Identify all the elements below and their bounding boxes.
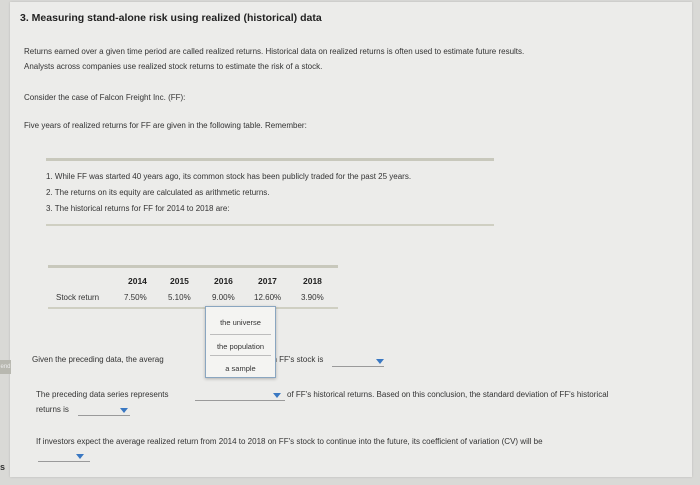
- remember-top-rule: [46, 158, 494, 161]
- q2-prefix: The preceding data series represents: [36, 390, 169, 399]
- remember-item-1: 1. While FF was started 40 years ago, it…: [46, 172, 412, 181]
- intro-line-1: Returns earned over a given time period …: [24, 47, 525, 56]
- q3-answer-blank[interactable]: [38, 461, 90, 462]
- table-year-2015: 2015: [170, 276, 189, 286]
- option-the-population[interactable]: the population: [206, 342, 275, 351]
- option-separator: [210, 355, 271, 356]
- option-a-sample[interactable]: a sample: [206, 364, 275, 373]
- option-separator: [210, 334, 271, 335]
- remember-item-2: 2. The returns on its equity are calcula…: [46, 188, 270, 197]
- intro-line-2: Analysts across companies use realized s…: [24, 62, 323, 71]
- q2-answer-blank[interactable]: [195, 400, 285, 401]
- section-title: 3. Measuring stand-alone risk using real…: [20, 12, 322, 24]
- table-value-2014: 7.50%: [124, 293, 147, 302]
- q1-suffix: on FF's stock is: [268, 355, 324, 364]
- q1-prefix: Given the preceding data, the averag: [32, 355, 164, 364]
- table-value-2017: 12.60%: [254, 293, 282, 302]
- sample-type-dropdown-menu[interactable]: the universe the population a sample: [205, 306, 276, 378]
- remember-bottom-rule: [46, 224, 494, 226]
- q2b-dropdown-caret[interactable]: [120, 408, 128, 413]
- remember-item-3: 3. The historical returns for FF for 201…: [46, 204, 230, 213]
- q1-answer-blank[interactable]: [332, 366, 384, 367]
- q2-suffix: of FF's historical returns. Based on thi…: [287, 390, 609, 399]
- option-the-universe[interactable]: the universe: [206, 318, 275, 327]
- five-years-line: Five years of realized returns for FF ar…: [24, 121, 307, 130]
- q1-dropdown-caret[interactable]: [376, 359, 384, 364]
- q2-dropdown-caret[interactable]: [273, 393, 281, 398]
- case-line: Consider the case of Falcon Freight Inc.…: [24, 93, 186, 102]
- table-bottom-rule: [48, 307, 338, 309]
- table-value-2015: 5.10%: [168, 293, 191, 302]
- table-year-2017: 2017: [258, 276, 277, 286]
- table-year-2014: 2014: [128, 276, 147, 286]
- q3-line: If investors expect the average realized…: [36, 437, 543, 446]
- table-value-2016: 9.00%: [212, 293, 235, 302]
- question-sheet: 3. Measuring stand-alone risk using real…: [10, 2, 692, 477]
- q2b-answer-blank[interactable]: [78, 415, 130, 416]
- q2-line-2: returns is: [36, 405, 69, 414]
- table-row-label: Stock return: [56, 293, 100, 302]
- table-year-2018: 2018: [303, 276, 322, 286]
- table-year-2016: 2016: [214, 276, 233, 286]
- side-tab[interactable]: end: [0, 360, 11, 374]
- side-letter: s: [0, 462, 6, 472]
- q3-dropdown-caret[interactable]: [76, 454, 84, 459]
- table-top-rule: [48, 265, 338, 268]
- table-value-2018: 3.90%: [301, 293, 324, 302]
